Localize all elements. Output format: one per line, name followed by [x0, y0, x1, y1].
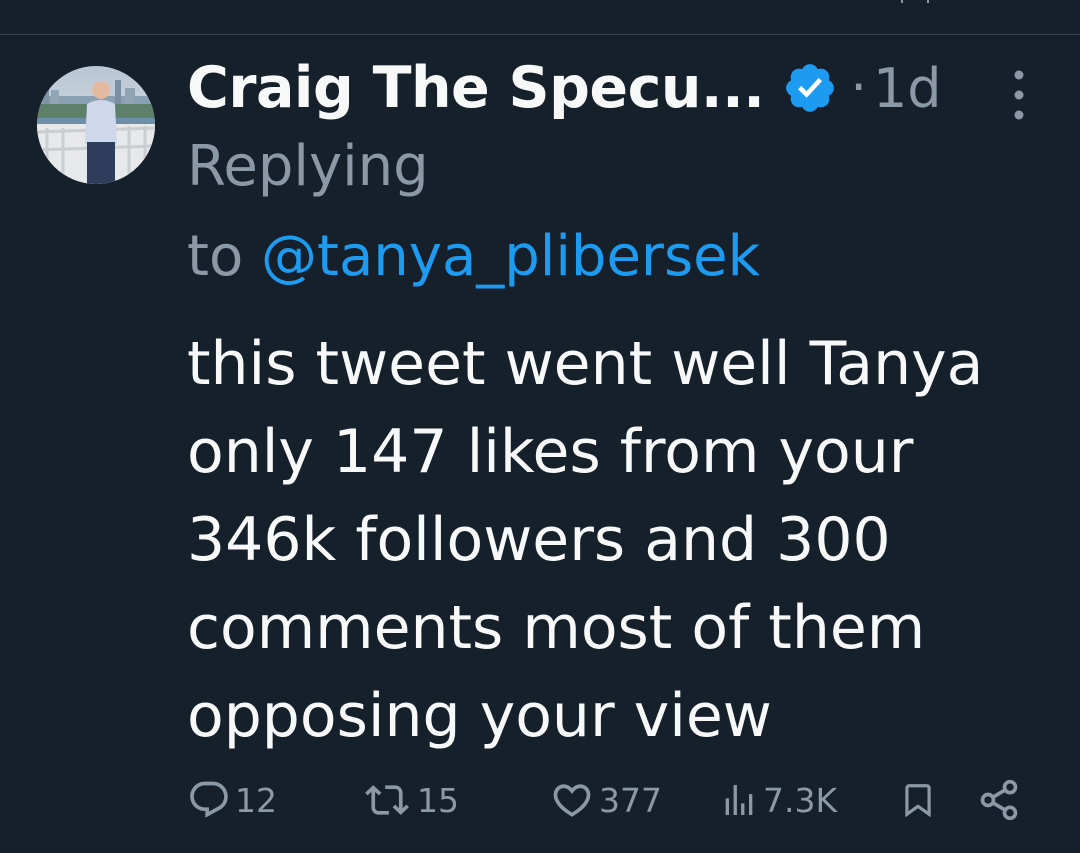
views-count: 7.3K	[763, 780, 838, 820]
avatar[interactable]	[37, 66, 155, 184]
header-separator: ·	[850, 58, 867, 118]
replying-handle-link[interactable]: @tanya_plibersek	[261, 224, 760, 289]
share-button[interactable]	[977, 770, 1021, 830]
repost-button[interactable]: 15	[361, 770, 459, 830]
replying-to-word: to	[187, 224, 244, 289]
like-count: 377	[599, 780, 662, 820]
heart-icon	[553, 784, 591, 817]
display-name[interactable]: Craig The Specu...	[187, 55, 765, 121]
tweet-time[interactable]: 1d	[873, 57, 942, 120]
repost-count: 15	[417, 780, 459, 820]
replying-to-line: to @tanya_plibersek	[187, 224, 760, 289]
tweet-text-line: opposing your view	[187, 681, 772, 751]
bookmark-icon	[905, 784, 931, 818]
tweet-text-line: this tweet went well Tanya	[187, 329, 984, 399]
divider	[0, 34, 1080, 35]
views-button[interactable]: 7.3K	[719, 770, 837, 830]
top-edge-fragment	[893, 0, 939, 3]
tweet-text: this tweet went well Tanya only 147 like…	[187, 320, 1047, 760]
tweet-actions: 12 15 377 7.3K	[187, 770, 1027, 830]
tweet-page: Craig The Specu... · 1d Replying to @tan…	[0, 0, 1080, 853]
bookmark-button[interactable]	[899, 770, 937, 830]
replying-label: Replying	[187, 134, 429, 199]
views-icon	[725, 785, 753, 815]
reply-icon	[190, 781, 228, 818]
tweet-text-line: 346k followers and 300	[187, 505, 891, 575]
share-icon	[980, 779, 1018, 821]
reply-count: 12	[235, 780, 277, 820]
repost-icon	[365, 785, 409, 815]
tweet-header: Craig The Specu... · 1d	[187, 48, 942, 128]
more-vertical-icon[interactable]	[1009, 68, 1029, 122]
reply-button[interactable]: 12	[187, 770, 277, 830]
like-button[interactable]: 377	[549, 770, 662, 830]
tweet-text-line: only 147 likes from your	[187, 417, 914, 487]
tweet-text-line: comments most of them	[187, 593, 926, 663]
verified-badge-icon	[782, 60, 838, 116]
